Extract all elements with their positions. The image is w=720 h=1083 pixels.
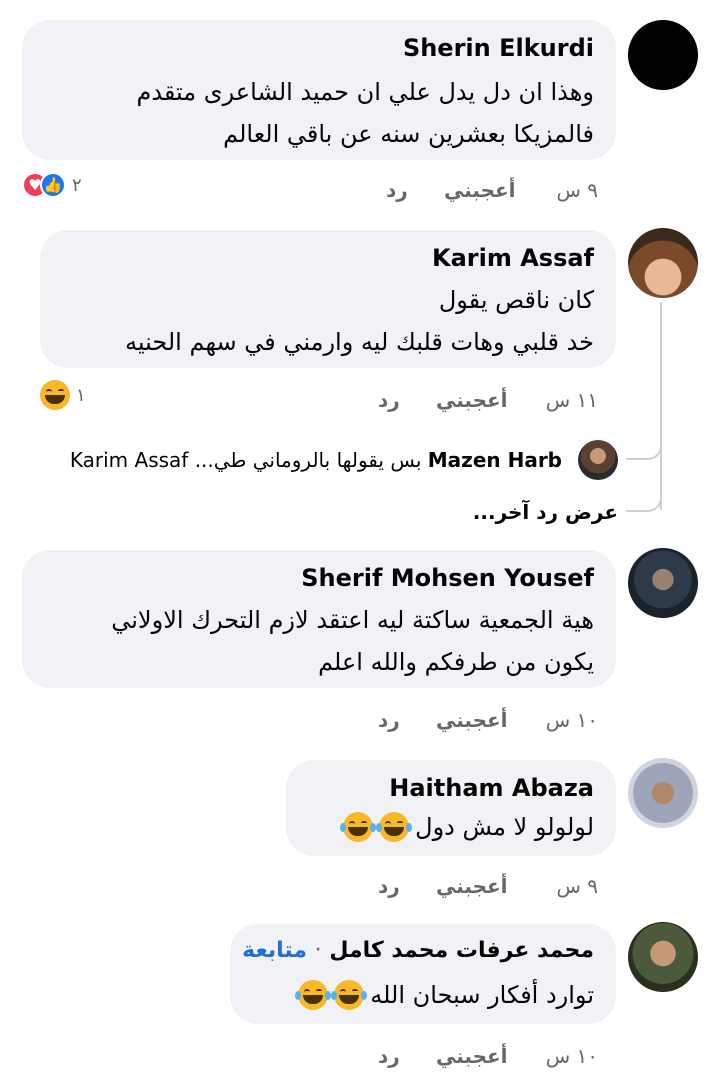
like-button[interactable]: أعجبني [436,708,508,732]
comment-bubble: Karim Assaf كان ناقص يقول خد قلبي وهات ق… [40,230,616,368]
comment-text-line: يكون من طرفكم والله اعلم [318,648,594,676]
tears-of-joy-emoji-icon [376,812,413,842]
comment-text-line: وهذا ان دل يدل علي ان حميد الشاعرى متقدم [136,78,594,106]
comment-time[interactable]: ٩ س [556,874,598,898]
avatar[interactable] [628,548,698,618]
reaction-summary[interactable]: ♥ 👍 ٢ [22,172,82,198]
view-more-replies[interactable]: عرض رد آخر... [473,500,618,524]
reaction-count: ١ [76,384,86,406]
tears-of-joy-emoji-icon [331,980,368,1010]
comment-bubble: Sherif Mohsen Yousef هية الجمعية ساكتة ل… [22,550,616,688]
comment-text-line: توارد أفكار سبحان الله [295,980,594,1010]
avatar[interactable] [578,440,618,480]
reply-button[interactable]: رد [386,178,408,202]
comment-bubble: محمد عرفات محمد كامل · متابعة توارد أفكا… [230,924,616,1024]
avatar[interactable] [628,20,698,90]
comment-time[interactable]: ١٠ س [546,708,598,732]
follow-link[interactable]: متابعة [242,938,307,963]
comment-text-line: فالمزيكا بعشرين سنه عن باقي العالم [223,120,594,148]
reaction-count: ٢ [72,174,82,196]
reply-preview[interactable]: Mazen Harb بس يقولها بالروماني طي... Kar… [70,448,562,472]
avatar[interactable] [628,228,698,298]
comment-author-row: محمد عرفات محمد كامل · متابعة [242,938,594,963]
comment-time[interactable]: ١٠ س [546,1044,598,1068]
reply-button[interactable]: رد [378,388,400,412]
like-button[interactable]: أعجبني [436,1044,508,1068]
comment-bubble: Haitham Abaza لولولو لا مش دول [286,760,616,856]
reply-author[interactable]: Mazen Harb [428,448,562,472]
reply-button[interactable]: رد [378,708,400,732]
reply-button[interactable]: رد [378,1044,400,1068]
avatar[interactable] [628,758,698,828]
haha-icon [40,380,70,410]
comment-bubble: Sherin Elkurdi وهذا ان دل يدل علي ان حمي… [22,20,616,160]
reaction-summary[interactable]: ١ [40,380,86,410]
comment-author[interactable]: Sherif Mohsen Yousef [301,564,594,592]
comment-author[interactable]: Sherin Elkurdi [403,34,594,62]
like-button[interactable]: أعجبني [436,388,508,412]
comment-text-line: خد قلبي وهات قلبك ليه وارمني في سهم الحن… [125,328,594,356]
separator-dot: · [314,938,322,963]
tears-of-joy-emoji-icon [295,980,332,1010]
reply-text: بس يقولها بالروماني طي... Karim Assaf [69,448,422,472]
avatar[interactable] [628,922,698,992]
comment-text-line: لولولو لا مش دول [340,812,594,842]
tears-of-joy-emoji-icon [340,812,377,842]
comment-time[interactable]: ١١ س [546,388,598,412]
like-button[interactable]: أعجبني [436,874,508,898]
comment-time[interactable]: ٩ س [556,178,598,202]
comment-text-line: كان ناقص يقول [438,286,594,314]
comment-author[interactable]: Karim Assaf [432,244,594,272]
thread-line [626,440,662,460]
reply-button[interactable]: رد [378,874,400,898]
comment-author[interactable]: Haitham Abaza [389,774,594,802]
like-icon: 👍 [40,172,66,198]
like-button[interactable]: أعجبني [444,178,516,202]
thread-line [626,492,662,512]
comment-text-line: هية الجمعية ساكتة ليه اعتقد لازم التحرك … [111,606,594,634]
comment-author[interactable]: محمد عرفات محمد كامل [329,938,594,963]
thread-line [660,302,662,510]
